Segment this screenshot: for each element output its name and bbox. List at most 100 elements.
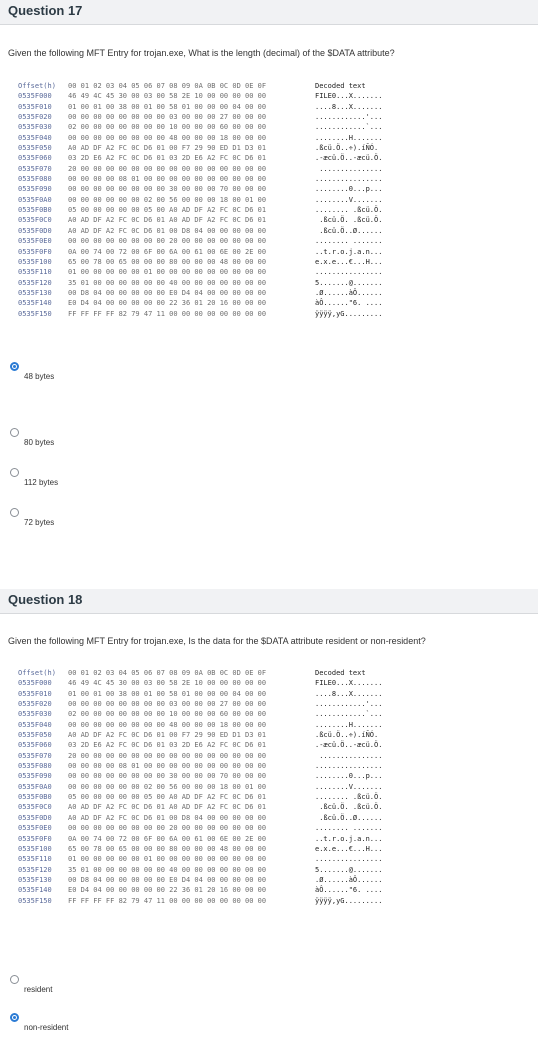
hex-decoded: ..t.r.o.j.a.n... (315, 247, 383, 256)
radio-button[interactable] (10, 508, 19, 517)
hex-offset: 0535F060 (18, 741, 52, 750)
hex-row: 0535F0C0 A0 AD DF A2 FC 0C D6 01 A0 AD DF… (18, 215, 382, 225)
hex-row: 0535F000 46 49 4C 45 30 00 03 00 58 2E 10… (18, 91, 382, 101)
hex-offset: 0535F020 (18, 113, 52, 122)
hex-bytes: 65 00 78 00 65 00 00 00 80 00 00 00 48 0… (68, 844, 267, 853)
hex-row: 0535F070 20 00 00 00 00 00 00 00 00 00 00… (18, 751, 382, 761)
hex-bytes: 00 00 00 00 00 00 00 00 48 00 00 00 18 0… (68, 133, 267, 142)
hex-header-row: Offset(h) 00 01 02 03 04 05 06 07 08 09 0… (18, 81, 382, 91)
hex-row: 0535F0B0 05 00 00 00 00 00 05 00 A0 AD DF… (18, 205, 382, 215)
hex-offset: 0535F060 (18, 154, 52, 163)
hex-row: 0535F120 35 01 00 00 00 00 00 00 40 00 00… (18, 278, 382, 288)
hex-header-decoded: Decoded text (315, 669, 366, 677)
hex-row: 0535F140 E0 D4 04 00 00 00 00 00 22 36 01… (18, 885, 382, 895)
hex-decoded: ........ ....... (315, 237, 383, 246)
hex-decoded: àÔ......"6. .... (315, 886, 383, 895)
hex-row: 0535F0D0 A0 AD DF A2 FC 0C D6 01 00 D8 04… (18, 226, 382, 236)
hex-offset: 0535F010 (18, 689, 52, 698)
hex-row: 0535F020 00 00 00 00 00 00 00 00 03 00 00… (18, 699, 382, 709)
hex-bytes: 35 01 00 00 00 00 00 00 40 00 00 00 00 0… (68, 865, 267, 874)
hex-row: 0535F040 00 00 00 00 00 00 00 00 48 00 00… (18, 133, 382, 143)
hex-dump: Offset(h) 00 01 02 03 04 05 06 07 08 09 0… (18, 81, 382, 319)
hex-decoded: .ßcü.Ö..÷).íÑÓ. (315, 144, 379, 153)
hex-offset: 0535F000 (18, 92, 52, 101)
hex-offset: 0535F150 (18, 896, 52, 905)
hex-decoded: ........H....... (315, 720, 383, 729)
hex-offset: 0535F130 (18, 875, 52, 884)
hex-decoded: .ßcü.Ö. .ßcü.Ö. (315, 803, 383, 812)
radio-button[interactable] (10, 428, 19, 437)
hex-offset: 0535F100 (18, 257, 52, 266)
hex-offset: 0535F0A0 (18, 195, 52, 204)
hex-row: 0535F110 01 00 00 00 00 00 01 00 00 00 00… (18, 267, 382, 277)
radio-button[interactable] (10, 975, 19, 984)
hex-row: 0535F120 35 01 00 00 00 00 00 00 40 00 00… (18, 865, 382, 875)
hex-offset: 0535F100 (18, 844, 52, 853)
hex-bytes: 03 2D E6 A2 FC 0C D6 01 03 2D E6 A2 FC 0… (68, 741, 267, 750)
hex-decoded: ................ (315, 268, 383, 277)
hex-row: 0535F030 02 00 00 00 00 00 00 00 10 00 00… (18, 709, 382, 719)
hex-offset: 0535F0A0 (18, 782, 52, 791)
question-18: Question 18 Given the following MFT Entr… (0, 589, 538, 1046)
hex-row: 0535F040 00 00 00 00 00 00 00 00 48 00 00… (18, 720, 382, 730)
hex-decoded: ..t.r.o.j.a.n... (315, 834, 383, 843)
hex-bytes: A0 AD DF A2 FC 0C D6 01 00 D8 04 00 00 0… (68, 226, 267, 235)
hex-offset: 0535F030 (18, 710, 52, 719)
hex-bytes: 05 00 00 00 00 00 05 00 A0 AD DF A2 FC 0… (68, 206, 267, 215)
hex-row: 0535F090 00 00 00 00 00 00 00 00 30 00 00… (18, 184, 382, 194)
hex-row: 0535F0E0 00 00 00 00 00 00 00 00 20 00 00… (18, 236, 382, 246)
hex-decoded: FILE0...X....... (315, 92, 383, 101)
hex-header-bytes: 00 01 02 03 04 05 06 07 08 09 0A 0B 0C 0… (68, 669, 267, 677)
hex-offset: 0535F150 (18, 309, 52, 318)
hex-bytes: 00 00 00 00 00 00 00 00 48 00 00 00 18 0… (68, 720, 267, 729)
hex-row: 0535F0A0 00 00 00 00 00 00 02 00 56 00 00… (18, 782, 382, 792)
hex-row: 0535F050 A0 AD DF A2 FC 0C D6 01 00 F7 29… (18, 730, 382, 740)
hex-bytes: 00 00 00 00 00 00 02 00 56 00 00 00 18 0… (68, 195, 267, 204)
hex-row: 0535F0F0 0A 00 74 00 72 00 6F 00 6A 00 61… (18, 247, 382, 257)
answer-label: resident (24, 985, 53, 994)
hex-decoded: ........0...p... (315, 772, 383, 781)
hex-decoded: ........V....... (315, 195, 383, 204)
hex-offset: 0535F050 (18, 144, 52, 153)
hex-row: 0535F0F0 0A 00 74 00 72 00 6F 00 6A 00 61… (18, 834, 382, 844)
answer-label: 48 bytes (24, 372, 55, 381)
hex-bytes: E0 D4 04 00 00 00 00 00 22 36 01 20 16 0… (68, 886, 267, 895)
hex-row: 0535F020 00 00 00 00 00 00 00 00 03 00 00… (18, 112, 382, 122)
radio-button[interactable] (10, 362, 19, 371)
hex-decoded: ............... (315, 751, 383, 760)
radio-button[interactable] (10, 1013, 19, 1022)
hex-decoded: .ßcü.Ö..Ø...... (315, 226, 383, 235)
hex-decoded: ........V....... (315, 782, 383, 791)
hex-bytes: A0 AD DF A2 FC 0C D6 01 00 D8 04 00 00 0… (68, 813, 267, 822)
hex-bytes: 00 00 00 00 00 00 00 00 30 00 00 00 70 0… (68, 772, 267, 781)
hex-row: 0535F130 00 D8 04 00 00 00 00 00 E0 D4 04… (18, 288, 382, 298)
hex-offset: 0535F120 (18, 278, 52, 287)
hex-bytes: 46 49 4C 45 30 00 03 00 58 2E 10 00 00 0… (68, 92, 267, 101)
hex-bytes: 0A 00 74 00 72 00 6F 00 6A 00 61 00 6E 0… (68, 834, 267, 843)
radio-button[interactable] (10, 468, 19, 477)
hex-row: 0535F140 E0 D4 04 00 00 00 00 00 22 36 01… (18, 298, 382, 308)
hex-row: 0535F010 01 00 01 00 38 00 01 00 58 01 00… (18, 689, 382, 699)
hex-header-offset: Offset(h) (18, 669, 56, 677)
hex-offset: 0535F120 (18, 865, 52, 874)
hex-row: 0535F080 00 00 00 00 08 01 00 00 00 00 00… (18, 174, 382, 184)
hex-decoded: 5.......@....... (315, 865, 383, 874)
hex-offset: 0535F0F0 (18, 834, 52, 843)
hex-row: 0535F0B0 05 00 00 00 00 00 05 00 A0 AD DF… (18, 792, 382, 802)
hex-row: 0535F150 FF FF FF FF 82 79 47 11 00 00 00… (18, 309, 382, 319)
hex-decoded: .-æcü.Ö..-æcü.Ö. (315, 741, 383, 750)
hex-offset: 0535F0C0 (18, 216, 52, 225)
hex-decoded: ÿÿÿÿ‚yG......... (315, 309, 383, 318)
hex-row: 0535F090 00 00 00 00 00 00 00 00 30 00 00… (18, 771, 382, 781)
hex-row: 0535F150 FF FF FF FF 82 79 47 11 00 00 00… (18, 896, 382, 906)
hex-offset: 0535F050 (18, 731, 52, 740)
hex-bytes: 00 00 00 00 08 01 00 00 00 00 00 00 00 0… (68, 175, 267, 184)
hex-offset: 0535F040 (18, 720, 52, 729)
hex-row: 0535F0C0 A0 AD DF A2 FC 0C D6 01 A0 AD DF… (18, 802, 382, 812)
hex-offset: 0535F040 (18, 133, 52, 142)
answer-label: 80 bytes (24, 438, 55, 447)
hex-offset: 0535F110 (18, 855, 52, 864)
hex-bytes: 00 00 00 00 08 01 00 00 00 00 00 00 00 0… (68, 762, 267, 771)
hex-row: 0535F0E0 00 00 00 00 00 00 00 00 20 00 00… (18, 823, 382, 833)
hex-bytes: 46 49 4C 45 30 00 03 00 58 2E 10 00 00 0… (68, 679, 267, 688)
